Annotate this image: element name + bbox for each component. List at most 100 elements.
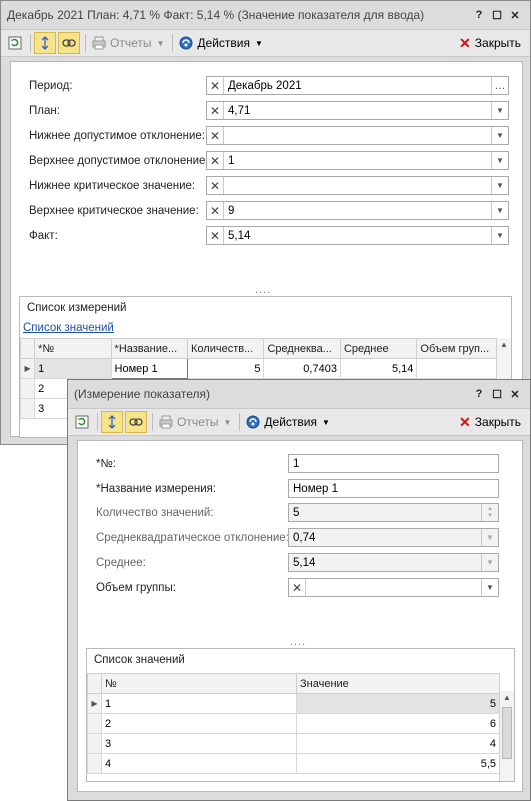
column-header[interactable]: *Название... [110,338,189,359]
clear-icon[interactable]: ✕ [207,127,224,144]
chevron-down-icon[interactable]: ▼ [481,579,498,596]
values-list-link[interactable]: Список значений [23,322,114,334]
ellipsis-button[interactable]: … [491,77,508,94]
close-red-x-icon: ✕ [459,34,471,51]
scroll-up-icon[interactable]: ▲ [497,338,511,352]
column-header[interactable]: Количеств... [187,338,265,359]
table-row[interactable]: ▶ 1 Номер 1 5 0,7403 5,14 [20,358,497,379]
row-indicator-icon: ▶ [20,358,36,379]
splitter-grip[interactable]: .... [290,636,306,648]
actions-button[interactable]: Действия ▼ [176,33,266,53]
window-title: Декабрь 2021 План: 4,71 % Факт: 5,14 % (… [7,8,425,22]
upper-critical-value-field[interactable]: ✕ 9 ▼ [206,201,509,220]
refresh-button[interactable] [72,412,92,432]
measurement-name-label: *Название измерения: [96,483,217,495]
clear-icon[interactable]: ✕ [289,579,306,596]
chevron-down-icon[interactable]: ▼ [491,177,508,194]
column-header[interactable]: Значение [296,673,500,694]
scrollbar-thumb[interactable] [502,707,512,759]
actions-globe-icon [179,36,193,50]
values-group-title: Список значений [94,654,185,666]
scroll-up-icon[interactable]: ▲ [500,691,514,705]
table-row[interactable]: 2 6 [87,713,500,734]
chevron-down-icon: ▼ [321,417,330,427]
chevron-down-icon: ▼ [254,38,263,48]
toolbar: Отчеты ▼ Действия ▼ ✕ Закрыть [68,408,530,436]
close-button[interactable]: ✕ Закрыть [456,412,524,432]
column-header[interactable]: *№ [34,338,112,359]
close-window-icon[interactable]: ✕ [506,388,524,401]
upper-critical-value-label: Верхнее критическое значение: [29,205,199,217]
chevron-down-icon: ▼ [481,554,498,571]
clear-icon[interactable]: ✕ [207,177,224,194]
row-indicator-icon: ▶ [87,693,102,714]
help-icon[interactable]: ? [470,9,488,21]
actions-label: Действия [197,36,250,50]
table-row[interactable]: 3 4 [87,733,500,754]
reports-button[interactable]: Отчеты ▼ [89,33,167,53]
chevron-down-icon[interactable]: ▼ [491,202,508,219]
refresh-button[interactable] [5,33,25,53]
lower-critical-value-field[interactable]: ✕ ▼ [206,176,509,195]
plan-field[interactable]: ✕ 4,71 ▼ [206,101,509,120]
link-button[interactable] [125,411,147,433]
values-scrollbar[interactable]: ▲ [499,691,514,781]
values-group: Список значений № Значение ▶ 1 5 2 6 3 4… [86,648,515,782]
clear-icon[interactable]: ✕ [207,227,224,244]
actions-label: Действия [264,415,317,429]
upper-allowed-deviation-field[interactable]: ✕ 1 ▼ [206,151,509,170]
form-panel: *№: 1 *Название измерения: Номер 1 Колич… [77,440,523,792]
splitter-grip[interactable]: .... [255,284,271,296]
mean-field: 5,14 ▼ [288,553,499,572]
table-header-row: *№ *Название... Количеств... Среднеква..… [20,338,497,359]
measurements-group-title: Список измерений [27,302,127,314]
period-label: Период: [29,80,73,92]
column-header[interactable]: Объем груп... [416,338,497,359]
printer-icon [92,36,106,50]
values-table: № Значение ▶ 1 5 2 6 3 4 4 5,5 [87,673,500,774]
clear-icon[interactable]: ✕ [207,77,224,94]
column-header[interactable]: Среднеква... [263,338,341,359]
plan-label: План: [29,105,60,117]
lower-allowed-deviation-label: Нижнее допустимое отклонение: [29,130,205,142]
chevron-down-icon[interactable]: ▼ [491,152,508,169]
clear-icon[interactable]: ✕ [207,152,224,169]
clear-icon[interactable]: ✕ [207,202,224,219]
maximize-icon[interactable]: ☐ [488,388,506,401]
expand-button[interactable] [101,411,123,433]
measurement-name-field[interactable]: Номер 1 [288,479,499,498]
chevron-down-icon[interactable]: ▼ [491,102,508,119]
window-title-bar[interactable]: (Измерение показателя) ? ☐ ✕ [68,380,530,408]
maximize-icon[interactable]: ☐ [488,9,506,22]
window-title-bar[interactable]: Декабрь 2021 План: 4,71 % Факт: 5,14 % (… [1,1,530,29]
std-deviation-field: 0,74 ▼ [288,528,499,547]
clear-icon[interactable]: ✕ [207,102,224,119]
std-deviation-label: Среднеквадратическое отклонение: [96,532,289,544]
column-header[interactable]: № [101,673,297,694]
group-size-field[interactable]: ✕ ▼ [288,578,499,597]
close-window-icon[interactable]: ✕ [506,9,524,22]
help-icon[interactable]: ? [470,388,488,400]
link-button[interactable] [58,32,80,54]
table-row[interactable]: ▶ 1 5 [87,693,500,714]
upper-allowed-deviation-label: Верхнее допустимое отклонение: [29,155,209,167]
close-button[interactable]: ✕ Закрыть [456,33,524,53]
expand-button[interactable] [34,32,56,54]
window-title: (Измерение показателя) [74,387,211,401]
reports-button[interactable]: Отчеты ▼ [156,412,234,432]
chevron-down-icon[interactable]: ▼ [491,227,508,244]
lower-allowed-deviation-field[interactable]: ✕ ▼ [206,126,509,145]
period-field[interactable]: ✕ Декабрь 2021 … [206,76,509,95]
number-field[interactable]: 1 [288,454,499,473]
column-header[interactable]: Среднее [339,338,418,359]
number-label: *№: [96,458,117,470]
actions-button[interactable]: Действия ▼ [243,412,333,432]
toolbar-separator [172,34,174,52]
fact-field[interactable]: ✕ 5,14 ▼ [206,226,509,245]
toolbar-separator [239,413,241,431]
chevron-down-icon: ▼ [223,417,232,427]
chevron-down-icon[interactable]: ▼ [491,127,508,144]
table-row[interactable]: 4 5,5 [87,753,500,774]
toolbar-separator [85,34,86,52]
toolbar-separator [152,413,153,431]
